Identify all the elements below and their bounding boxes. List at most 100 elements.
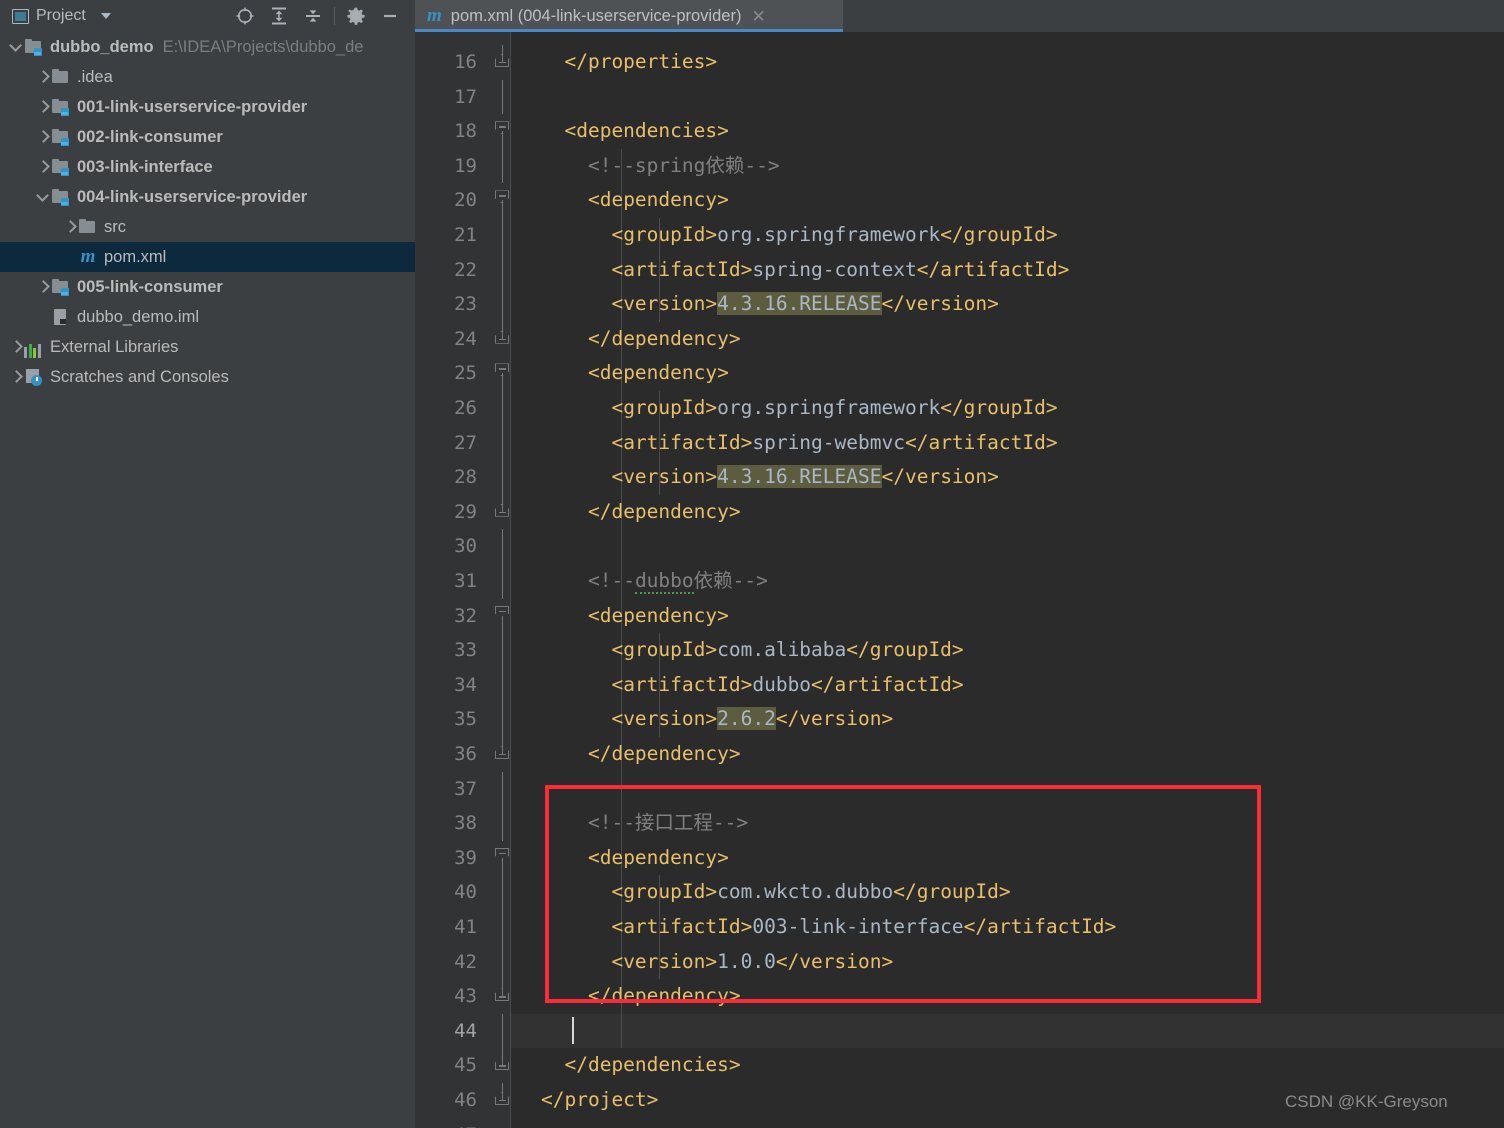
fold-stem	[501, 702, 503, 737]
fold-expand-icon[interactable]	[495, 746, 509, 759]
code-line[interactable]: 20 <dependency>	[415, 183, 1504, 219]
editor-tab-pom-xml[interactable]: m pom.xml (004-link-userservice-provider…	[415, 0, 843, 32]
code-line[interactable]: 23 <version>4.3.16.RELEASE</version>	[415, 287, 1504, 322]
locate-icon[interactable]	[228, 0, 262, 32]
chevron-right-icon[interactable]	[62, 219, 78, 235]
code-line[interactable]: 44	[415, 1013, 1504, 1049]
fold-collapse-icon[interactable]	[495, 605, 509, 619]
tree-item-pom-xml[interactable]: m pom.xml	[0, 242, 415, 272]
tree-item-dubbo-demo-iml[interactable]: dubbo_demo.iml	[0, 302, 415, 332]
fold-expand-icon[interactable]	[495, 1057, 509, 1071]
fold-collapse-icon[interactable]	[495, 121, 509, 135]
chevron-down-icon[interactable]	[35, 189, 51, 205]
line-number: 42	[454, 950, 477, 973]
expand-all-icon[interactable]	[262, 0, 296, 32]
fold-marker[interactable]	[493, 737, 511, 772]
tree-item-path: E:\IDEA\Projects\dubbo_de	[162, 37, 364, 56]
code-line[interactable]: 37	[415, 771, 1504, 807]
code-line[interactable]: 25 <dependency>	[415, 356, 1504, 392]
fold-expand-icon[interactable]	[495, 330, 509, 344]
code-line[interactable]: 41 <artifactId>003-link-interface</artif…	[415, 910, 1504, 945]
project-title-button[interactable]: Project	[0, 7, 111, 25]
chevron-right-icon[interactable]	[35, 69, 51, 85]
close-icon[interactable]: ✕	[751, 8, 765, 25]
tree-item-dubbo-demo[interactable]: dubbo_demo E:\IDEA\Projects\dubbo_de	[0, 32, 415, 62]
fold-expand-icon[interactable]	[495, 1092, 509, 1105]
code-line[interactable]: 43 </dependency>	[415, 979, 1504, 1014]
chevron-down-icon[interactable]	[100, 13, 111, 19]
fold-marker[interactable]	[493, 494, 511, 530]
code-line[interactable]: 45 </dependencies>	[415, 1048, 1504, 1083]
gear-icon[interactable]	[339, 0, 373, 32]
fold-collapse-icon[interactable]	[495, 363, 509, 377]
text-caret	[572, 1016, 574, 1045]
tree-item-001-link-userservice-provider[interactable]: 001-link-userservice-provider	[0, 92, 415, 122]
collapse-all-icon[interactable]	[296, 0, 330, 32]
code-line[interactable]: 31 <!--dubbo依赖-->	[415, 564, 1504, 599]
code-line[interactable]: 39 <dependency>	[415, 840, 1504, 876]
fold-marker[interactable]	[493, 321, 511, 357]
code-token: </version>	[775, 949, 894, 973]
chevron-right-icon[interactable]	[8, 339, 24, 355]
code-line[interactable]: 36 </dependency>	[415, 737, 1504, 772]
code-line[interactable]: 29 </dependency>	[415, 494, 1504, 530]
code-line[interactable]: 21 <groupId>org.springframework</groupId…	[415, 218, 1504, 253]
code-text: <groupId>com.alibaba</groupId>	[541, 633, 963, 668]
chevron-right-icon[interactable]	[35, 159, 51, 175]
tree-item-003-link-interface[interactable]: 003-link-interface	[0, 152, 415, 182]
chevron-down-icon[interactable]	[8, 39, 24, 55]
fold-collapse-icon[interactable]	[495, 190, 509, 204]
fold-marker[interactable]	[493, 979, 511, 1014]
chevron-right-icon[interactable]	[35, 99, 51, 115]
fold-expand-icon[interactable]	[495, 54, 509, 67]
project-tree[interactable]: dubbo_demo E:\IDEA\Projects\dubbo_de .idea…	[0, 32, 415, 392]
code-token: <version>	[611, 949, 718, 973]
code-line[interactable]: 30	[415, 529, 1504, 564]
fold-marker[interactable]	[493, 1083, 511, 1118]
fold-marker[interactable]	[493, 1048, 511, 1083]
tree-item-004-link-userservice-provider[interactable]: 004-link-userservice-provider	[0, 182, 415, 212]
code-line[interactable]: 34 <artifactId>dubbo</artifactId>	[415, 667, 1504, 703]
code-line[interactable]: 40 <groupId>com.wkcto.dubbo</groupId>	[415, 875, 1504, 910]
fold-expand-icon[interactable]	[495, 988, 509, 1002]
code-line[interactable]: 32 <dependency>	[415, 598, 1504, 634]
code-line[interactable]: 22 <artifactId>spring-context</artifactI…	[415, 252, 1504, 288]
tree-item-src[interactable]: src	[0, 212, 415, 242]
tree-item-005-link-consumer[interactable]: 005-link-consumer	[0, 272, 415, 302]
fold-marker[interactable]	[493, 599, 511, 634]
minimize-icon[interactable]	[373, 0, 407, 32]
fold-collapse-icon[interactable]	[495, 847, 509, 861]
tree-item-idea[interactable]: .idea	[0, 62, 415, 92]
chevron-right-icon[interactable]	[8, 369, 24, 385]
tree-item-scratches-and-consoles[interactable]: Scratches and Consoles	[0, 362, 415, 392]
code-editor[interactable]: 16 </properties> 17 18 <dependencies> 19 <!…	[415, 32, 1504, 1128]
code-line[interactable]: 33 <groupId>com.alibaba</groupId>	[415, 633, 1504, 668]
code-line[interactable]: 17	[415, 79, 1504, 115]
fold-marker[interactable]	[493, 183, 511, 219]
code-line[interactable]: 47	[415, 1118, 1504, 1128]
tree-item-external-libraries[interactable]: External Libraries	[0, 332, 415, 362]
code-line[interactable]: 18 <dependencies>	[415, 114, 1504, 150]
code-line[interactable]: 28 <version>4.3.16.RELEASE</version>	[415, 460, 1504, 495]
fold-marker[interactable]	[493, 45, 511, 80]
fold-expand-icon[interactable]	[495, 503, 509, 517]
chevron-right-icon[interactable]	[35, 129, 51, 145]
fold-marker[interactable]	[493, 841, 511, 876]
code-line[interactable]: 27 <artifactId>spring-webmvc</artifactId…	[415, 425, 1504, 461]
code-line[interactable]: 35 <version>2.6.2</version>	[415, 702, 1504, 737]
fold-marker[interactable]	[493, 356, 511, 392]
fold-marker[interactable]	[493, 114, 511, 150]
code-line[interactable]: 16 </properties>	[415, 45, 1504, 80]
code-token: 2.6.2	[717, 707, 776, 731]
tree-item-002-link-consumer[interactable]: 002-link-consumer	[0, 122, 415, 152]
code-line[interactable]: 38 <!--接口工程-->	[415, 806, 1504, 841]
code-token: <dependency>	[587, 361, 729, 385]
code-line[interactable]: 26 <groupId>org.springframework</groupId…	[415, 391, 1504, 426]
code-line[interactable]: 19 <!--spring依赖-->	[415, 148, 1504, 184]
chevron-right-icon[interactable]	[35, 279, 51, 295]
code-text: <dependency>	[541, 841, 729, 876]
code-line[interactable]: 24 </dependency>	[415, 321, 1504, 357]
code-line[interactable]: 42 <version>1.0.0</version>	[415, 944, 1504, 980]
